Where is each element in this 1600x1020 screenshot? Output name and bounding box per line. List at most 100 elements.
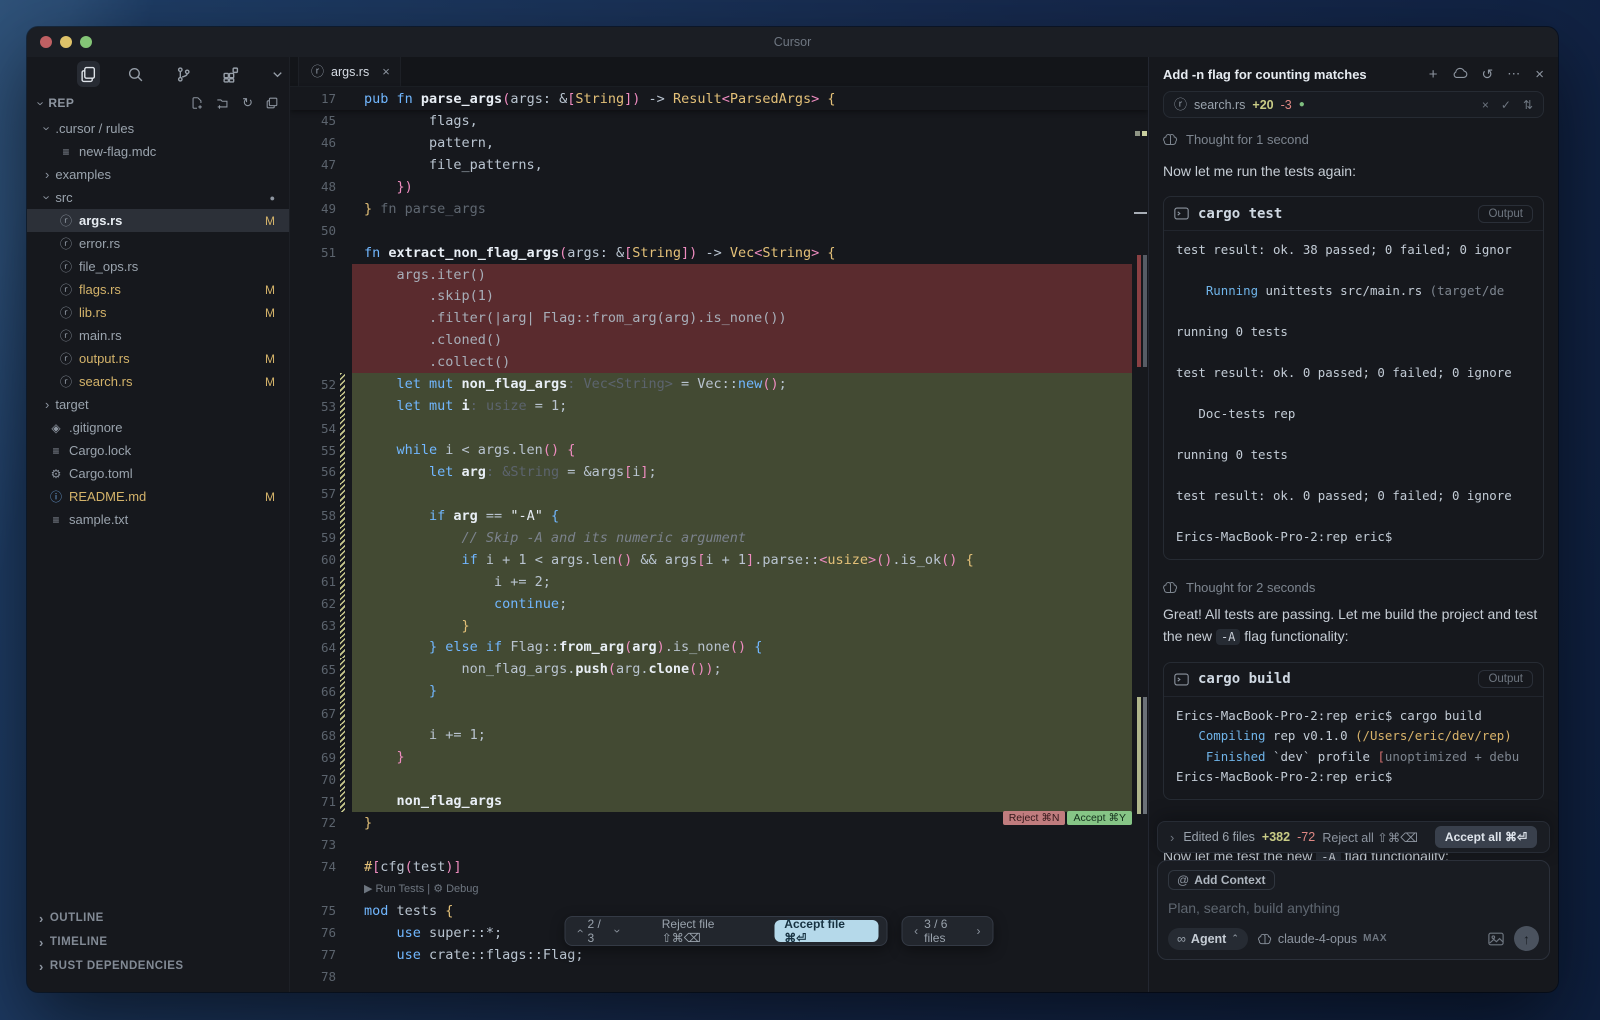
accept-all-button[interactable]: Accept all ⌘⏎ (1434, 826, 1537, 848)
chevron-right-icon: › (45, 397, 50, 412)
chip-file-name: search.rs (1194, 97, 1246, 112)
editor: ⓡ args.rs × 17 pub fn parse_args(args: &… (289, 57, 1148, 992)
line-number: 75 (320, 903, 336, 919)
search-icon[interactable] (124, 61, 147, 87)
accept-hunk-button[interactable]: Accept ⌘Y (1067, 811, 1132, 825)
edited-file-chip[interactable]: ⓡ search.rs +20 -3 ● × ✓ ⇅ (1163, 91, 1544, 118)
tree-item--cursor-rules[interactable]: › .cursor / rules (27, 117, 289, 140)
new-file-icon[interactable] (190, 95, 204, 111)
panel-label: RUST DEPENDENCIES (49, 960, 184, 972)
refresh-icon[interactable]: ↻ (242, 95, 253, 111)
reject-all-button[interactable]: Reject all ⇧⌘⌫ (1322, 830, 1418, 845)
code-text: use super::*; (364, 924, 503, 941)
chevron-down-icon[interactable] (266, 61, 289, 87)
accept-chip-icon[interactable]: ✓ (1501, 98, 1511, 112)
tree-item-error-rs[interactable]: ⓡ error.rs (27, 232, 289, 255)
chevron-right-icon[interactable]: › (1170, 830, 1174, 845)
tab-args-rs[interactable]: ⓡ args.rs × (298, 57, 401, 86)
thought-row-1[interactable]: Thought for 1 second (1163, 132, 1544, 147)
terminal-card-cargo-build: cargo build Output Erics-MacBook-Pro-2:r… (1163, 661, 1544, 800)
next-file-icon[interactable]: › (977, 924, 981, 938)
tree-item-search-rs[interactable]: ⓡ search.rs M (27, 370, 289, 393)
code-text: .skip(1) (364, 288, 495, 305)
source-control-icon[interactable] (171, 61, 194, 87)
tree-item-src[interactable]: › src ● (27, 186, 289, 209)
tree-item-sample-txt[interactable]: ≡ sample.txt (27, 508, 289, 531)
tree-item-readme-md[interactable]: ⓘ README.md M (27, 485, 289, 508)
file-tree[interactable]: › .cursor / rules ≡ new-flag.mdc › examples › s… (27, 117, 289, 531)
chevron-down-icon[interactable]: › (611, 929, 625, 933)
thought-row-2[interactable]: Thought for 2 seconds (1163, 580, 1544, 595)
reject-file-button[interactable]: Reject file ⇧⌘⌫ (632, 917, 767, 945)
close-icon[interactable]: × (1535, 66, 1544, 83)
modified-badge: M (265, 213, 275, 228)
chevron-up-icon[interactable]: › (573, 929, 587, 933)
history-icon[interactable]: ↺ (1482, 66, 1494, 83)
line-number: 70 (320, 771, 336, 787)
panel-timeline[interactable]: › TIMELINE (27, 930, 289, 954)
line-number: 53 (320, 398, 336, 414)
overview-ruler[interactable] (1134, 57, 1148, 992)
line-number: 74 (320, 859, 336, 875)
list-file-icon: ≡ (52, 512, 60, 527)
tree-item-new-flag-mdc[interactable]: ≡ new-flag.mdc (27, 140, 289, 163)
reject-chip-icon[interactable]: × (1482, 98, 1489, 112)
agent-mode-selector[interactable]: ∞ Agent ⌃ (1168, 927, 1248, 950)
code-text: .filter(|arg| Flag::from_arg(arg).is_non… (364, 310, 787, 327)
modified-dot: ● (269, 192, 275, 203)
chat-input[interactable] (1168, 900, 1539, 916)
new-chat-icon[interactable]: + (1429, 66, 1438, 83)
tree-item-examples[interactable]: › examples (27, 163, 289, 186)
output-button[interactable]: Output (1478, 670, 1533, 688)
tree-item--gitignore[interactable]: ◈ .gitignore (27, 416, 289, 439)
at-icon: @ (1177, 873, 1190, 887)
line-number: 71 (320, 793, 336, 809)
tree-item-output-rs[interactable]: ⓡ output.rs M (27, 347, 289, 370)
accept-file-button[interactable]: Accept file ⌘⏎ (774, 917, 879, 945)
line-number: 63 (320, 618, 336, 634)
extensions-icon[interactable] (219, 61, 242, 87)
add-context-button[interactable]: @ Add Context (1168, 870, 1275, 890)
code-line-46: 46 pattern, (290, 132, 1148, 154)
edited-deletions: -72 (1297, 830, 1316, 844)
files-icon[interactable] (77, 61, 101, 87)
tree-item-label: .gitignore (69, 420, 123, 435)
send-button[interactable]: ↑ (1514, 926, 1539, 951)
panel-outline[interactable]: › OUTLINE (27, 906, 289, 930)
tree-item-args-rs[interactable]: ⓡ args.rs M (27, 209, 289, 232)
close-icon[interactable]: × (382, 64, 390, 79)
prev-file-icon[interactable]: ‹ (914, 924, 918, 938)
cloud-icon[interactable] (1452, 67, 1468, 82)
expand-chip-icon[interactable]: ⇅ (1523, 98, 1533, 112)
tree-item-cargo-lock[interactable]: ≡ Cargo.lock (27, 439, 289, 462)
chevron-right-icon: › (39, 910, 44, 926)
code-line-54: 54 (290, 417, 1148, 440)
rust-file-icon: ⓡ (311, 64, 325, 79)
panel-rust-dependencies[interactable]: › RUST DEPENDENCIES (27, 954, 289, 978)
tree-item-flags-rs[interactable]: ⓡ flags.rs M (27, 278, 289, 301)
code-line: .filter(|arg| Flag::from_arg(arg).is_non… (290, 307, 1148, 330)
code-text: } fn parse_args (364, 200, 486, 217)
model-selector[interactable]: claude-4-opus MAX (1258, 932, 1387, 946)
panel-label: TIMELINE (49, 936, 108, 948)
tree-item-file-ops-rs[interactable]: ⓡ file_ops.rs (27, 255, 289, 278)
more-icon[interactable]: ⋯ (1507, 66, 1521, 82)
model-name: claude-4-opus (1277, 931, 1358, 946)
tree-item-target[interactable]: › target (27, 393, 289, 416)
tree-item-cargo-toml[interactable]: ⚙ Cargo.toml (27, 462, 289, 485)
new-folder-icon[interactable] (216, 95, 230, 111)
explorer-header[interactable]: › REP ↻ (27, 91, 289, 115)
collapse-all-icon[interactable] (265, 95, 279, 111)
tree-item-main-rs[interactable]: ⓡ main.rs (27, 324, 289, 347)
run-tests-codelens[interactable]: ▶ Run Tests | ⚙ Debug (290, 882, 479, 895)
gear-file-icon: ⚙ (50, 466, 62, 481)
image-attach-icon[interactable] (1488, 932, 1504, 946)
output-button[interactable]: Output (1478, 204, 1533, 223)
tree-item-label: Cargo.lock (69, 443, 132, 458)
diff-nav-pill: › 2 / 3 › Reject file ⇧⌘⌫ Accept file ⌘⏎ (564, 916, 888, 946)
files-counter: 3 / 6 files (924, 917, 948, 945)
code-text: fn extract_non_flag_args(args: &[String]… (364, 244, 836, 261)
tree-item-lib-rs[interactable]: ⓡ lib.rs M (27, 301, 289, 324)
code-area[interactable]: 45 flags, 46 pattern, 47 file_patterns, 48 … (290, 110, 1148, 988)
reject-hunk-button[interactable]: Reject ⌘N (1002, 811, 1066, 825)
